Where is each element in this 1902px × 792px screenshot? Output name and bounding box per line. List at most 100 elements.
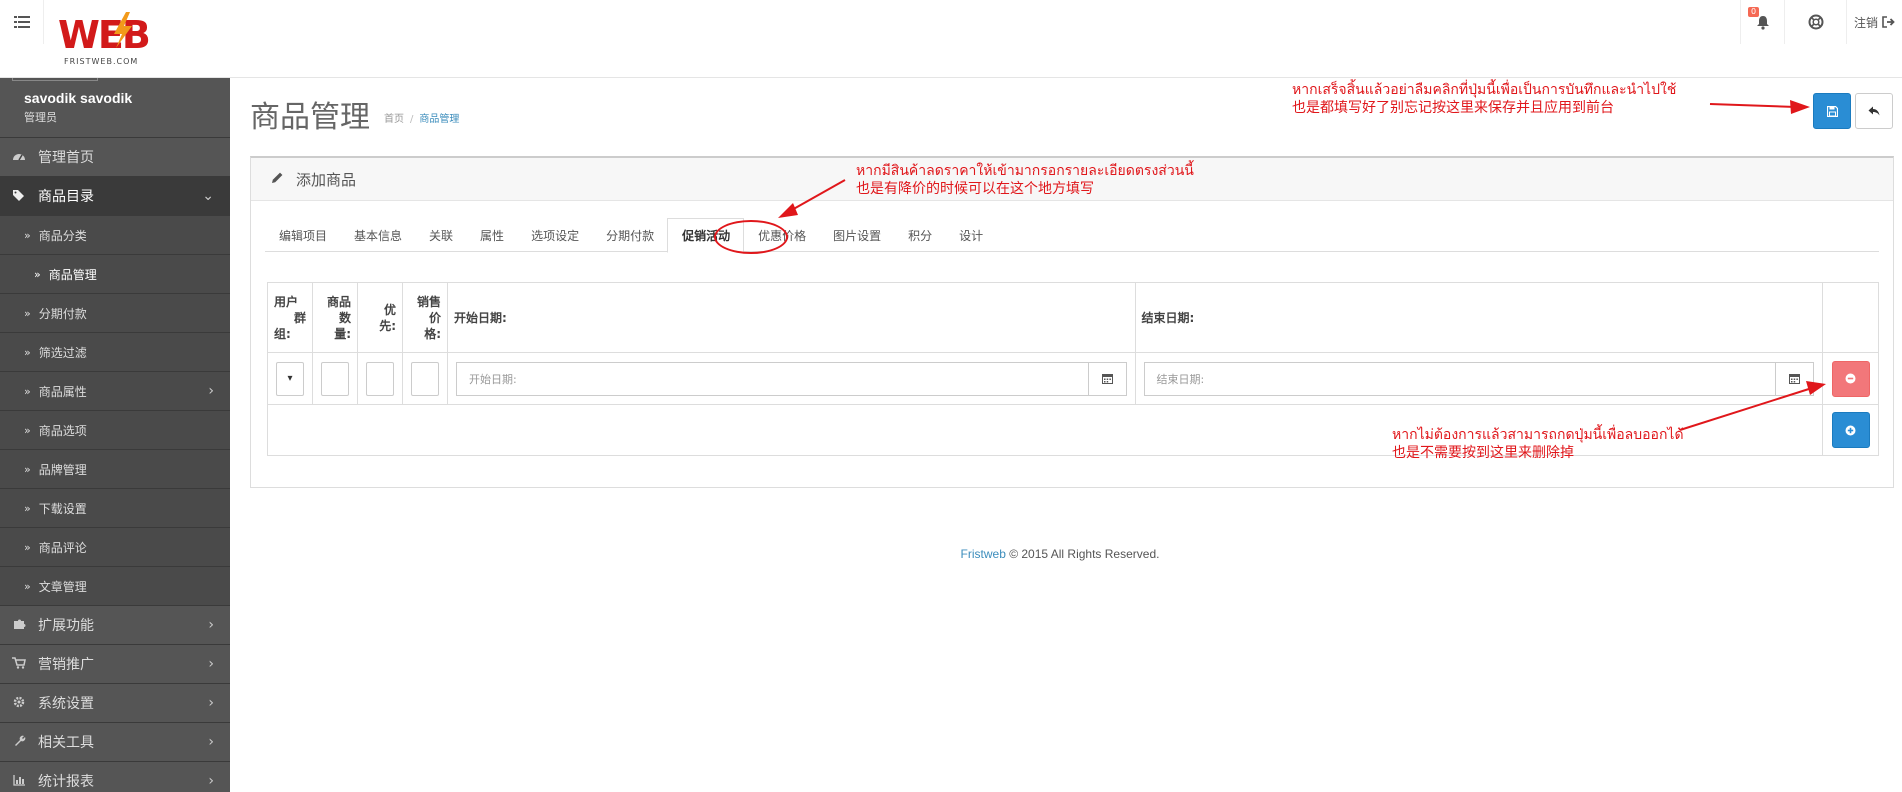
- sidebar-item-dashboard[interactable]: 管理首页: [0, 138, 230, 177]
- start-date-picker-button[interactable]: [1088, 361, 1127, 396]
- chevron-right-icon: ›: [208, 695, 214, 711]
- sidebar-item-reports[interactable]: 统计报表 ›: [0, 762, 230, 792]
- sidebar-item-label: 系统设置: [38, 696, 94, 712]
- calendar-icon: [1101, 374, 1113, 384]
- sidebar-subitem-products[interactable]: » 商品管理: [0, 255, 230, 294]
- column-header-priority: 优 先:: [357, 282, 403, 353]
- sidebar-subitem-label: 商品选项: [38, 423, 87, 438]
- start-date-input[interactable]: 开始日期:: [456, 361, 1089, 396]
- customer-group-cell: ▾: [267, 352, 313, 405]
- angle-double-right-icon: »: [34, 267, 41, 281]
- sidebar-subitem-filters[interactable]: » 筛选过滤: [0, 333, 230, 372]
- tab-attributes[interactable]: 属性: [466, 218, 517, 252]
- end-date-input[interactable]: 结束日期:: [1143, 361, 1776, 396]
- wrench-icon: [10, 734, 28, 750]
- angle-double-right-icon: »: [24, 345, 31, 359]
- avatar: [12, 78, 98, 81]
- breadcrumb: 首页 / 商品管理: [384, 110, 459, 125]
- sidebar-toggle-button[interactable]: [0, 0, 44, 44]
- bar-chart-icon: [10, 774, 28, 789]
- puzzle-icon: [10, 617, 28, 633]
- sidebar-subitem-downloads[interactable]: » 下载设置: [0, 489, 230, 528]
- notifications-button[interactable]: 0: [1740, 0, 1784, 44]
- brand-logo[interactable]: WEB FRISTWEB.COM: [56, 8, 176, 68]
- quantity-input[interactable]: [321, 361, 349, 396]
- sidebar-item-label: 商品目录: [38, 189, 94, 205]
- angle-double-right-icon: »: [24, 423, 31, 437]
- header-line: 数: [338, 310, 351, 325]
- logo-subtext: FRISTWEB.COM: [64, 57, 138, 66]
- tab-images[interactable]: 图片设置: [819, 218, 894, 252]
- tab-installments[interactable]: 分期付款: [592, 218, 667, 252]
- help-button[interactable]: [1784, 0, 1846, 44]
- column-header-price: 销售 价 格:: [402, 282, 448, 353]
- column-header-start-date: 开始日期:: [447, 282, 1136, 353]
- reply-icon: [1868, 106, 1880, 116]
- priority-cell: [357, 352, 403, 405]
- sidebar-subitem-installments[interactable]: » 分期付款: [0, 294, 230, 333]
- annotation-line: หากไม่ต้องการแล้วสามารถกดปุ่มนี้เพื่อลบอ…: [1392, 427, 1684, 443]
- footer-brand-link[interactable]: Fristweb: [961, 547, 1006, 561]
- sidebar-subitem-categories[interactable]: » 商品分类: [0, 216, 230, 255]
- tags-icon: [10, 189, 28, 204]
- tab-options[interactable]: 选项设定: [517, 218, 592, 252]
- sidebar-item-marketing[interactable]: 营销推广 ›: [0, 645, 230, 684]
- header-line: 销售: [416, 294, 441, 309]
- sidebar-item-label: 扩展功能: [38, 618, 94, 634]
- remove-annotation: หากไม่ต้องการแล้วสามารถกดปุ่มนี้เพื่อลบอ…: [1392, 426, 1684, 462]
- logout-button[interactable]: 注销: [1846, 0, 1902, 44]
- tab-general[interactable]: 编辑项目: [265, 218, 340, 252]
- footer-rights: © 2015 All Rights Reserved.: [1005, 547, 1160, 561]
- angle-double-right-icon: »: [24, 462, 31, 476]
- table-header-row: 用户 群 组: 商品 数 量: 优 先: 销售 价 格: 开始日期: 结束日期:: [267, 282, 1879, 353]
- header-line: 价: [428, 310, 441, 325]
- sidebar-item-extensions[interactable]: 扩展功能 ›: [0, 606, 230, 645]
- tab-design[interactable]: 设计: [945, 218, 996, 252]
- pencil-icon: [271, 171, 284, 188]
- header-line: 优: [383, 302, 396, 317]
- sidebar-item-tools[interactable]: 相关工具 ›: [0, 723, 230, 762]
- start-date-cell: 开始日期:: [447, 352, 1136, 405]
- header-line: 用户: [274, 294, 299, 309]
- sidebar-subitem-label: 文章管理: [38, 579, 87, 594]
- sidebar-subitem-attributes[interactable]: » 商品属性 ›: [0, 372, 230, 411]
- tab-annotation: หากมีสินค้าลดราคาให้เข้ามากรอกรายละเอียด…: [856, 162, 1194, 198]
- angle-double-right-icon: »: [24, 384, 31, 398]
- tab-reward-points[interactable]: 积分: [894, 218, 945, 252]
- back-button[interactable]: [1855, 93, 1893, 129]
- angle-double-right-icon: »: [24, 501, 31, 515]
- sidebar-subitem-options[interactable]: » 商品选项: [0, 411, 230, 450]
- remove-special-button[interactable]: [1831, 360, 1870, 397]
- user-role: 管理员: [24, 111, 57, 124]
- add-special-button[interactable]: [1831, 412, 1870, 448]
- sidebar-subitem-label: 品牌管理: [38, 462, 87, 477]
- sidebar-subitem-brands[interactable]: » 品牌管理: [0, 450, 230, 489]
- annotation-line: หากเสร็จสิ้นแล้วอย่าลืมคลิกที่ปุ่มนี้เพื…: [1292, 82, 1677, 98]
- sidebar-item-catalog[interactable]: 商品目录 ⌄: [0, 177, 230, 216]
- end-date-picker-button[interactable]: [1776, 361, 1814, 396]
- save-button[interactable]: [1813, 93, 1851, 129]
- sidebar-subitem-label: 下载设置: [38, 501, 87, 516]
- sidebar-subitem-articles[interactable]: » 文章管理: [0, 567, 230, 606]
- breadcrumb-current[interactable]: 商品管理: [419, 114, 459, 125]
- breadcrumb-home[interactable]: 首页: [384, 114, 404, 125]
- logout-label: 注销: [1853, 15, 1878, 30]
- angle-double-right-icon: »: [24, 579, 31, 593]
- priority-input[interactable]: [366, 361, 394, 396]
- panel-heading-text: 添加商品: [296, 170, 357, 189]
- sidebar-item-settings[interactable]: 系统设置 ›: [0, 684, 230, 723]
- save-annotation: หากเสร็จสิ้นแล้วอย่าลืมคลิกที่ปุ่มนี้เพื…: [1292, 81, 1676, 117]
- calendar-icon: [1789, 374, 1800, 384]
- tab-basic-info[interactable]: 基本信息: [340, 218, 415, 252]
- tab-links[interactable]: 关联: [415, 218, 466, 252]
- chevron-right-icon: ›: [208, 656, 214, 672]
- sidebar-subitem-label: 商品分类: [38, 228, 87, 243]
- header-line: 商品: [326, 294, 351, 309]
- header-line: 组:: [274, 326, 291, 341]
- customer-group-select[interactable]: ▾: [276, 361, 304, 396]
- chevron-right-icon: ›: [208, 773, 214, 789]
- price-input[interactable]: [411, 361, 439, 396]
- sidebar-item-label: 管理首页: [38, 150, 94, 166]
- user-panel: savodik savodik 管理员: [0, 78, 230, 138]
- start-date-group: 开始日期:: [456, 361, 1127, 396]
